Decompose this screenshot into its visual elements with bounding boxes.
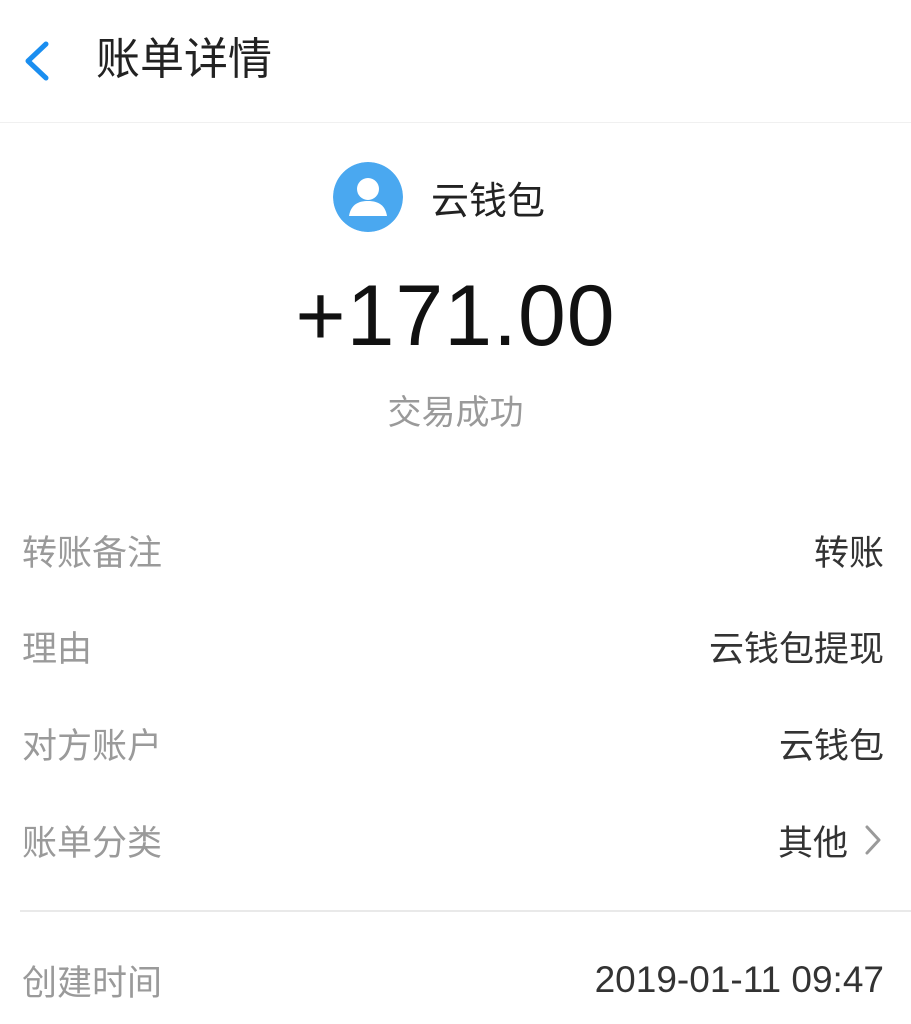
- user-avatar-icon: [333, 162, 403, 232]
- section-divider: [20, 910, 911, 912]
- nav-header: 账单详情: [0, 0, 911, 123]
- category-label: 账单分类: [22, 823, 163, 864]
- created-time-value: 2019-01-11 09:47: [594, 959, 884, 1000]
- detail-row-counterparty: 对方账户 云钱包: [22, 713, 884, 773]
- transaction-amount: +171.00: [295, 268, 616, 364]
- created-time-label: 创建时间: [22, 963, 163, 1004]
- counterparty-value: 云钱包: [778, 726, 884, 767]
- back-button[interactable]: [14, 30, 70, 90]
- detail-row-created-time: 创建时间 2019-01-11 09:47: [22, 950, 884, 1010]
- payee-name: 云钱包: [431, 178, 546, 223]
- payee-info: 云钱包: [333, 162, 545, 232]
- counterparty-label: 对方账户: [22, 726, 163, 767]
- chevron-left-icon: [14, 30, 70, 90]
- detail-row-category[interactable]: 账单分类 其他: [22, 810, 884, 870]
- reason-label: 理由: [22, 629, 93, 670]
- page-title: 账单详情: [96, 34, 272, 85]
- detail-row-remark: 转账备注 转账: [22, 520, 884, 580]
- remark-label: 转账备注: [22, 533, 163, 574]
- category-value-group: 其他: [778, 815, 884, 866]
- category-value: 其他: [777, 823, 848, 864]
- remark-value: 转账: [813, 533, 884, 574]
- chevron-right-icon: [862, 821, 884, 859]
- reason-value: 云钱包提现: [708, 629, 884, 670]
- created-time-value-group: 2019-01-11 09:47: [595, 959, 884, 1001]
- detail-row-reason: 理由 云钱包提现: [22, 616, 884, 676]
- transaction-status: 交易成功: [387, 393, 524, 433]
